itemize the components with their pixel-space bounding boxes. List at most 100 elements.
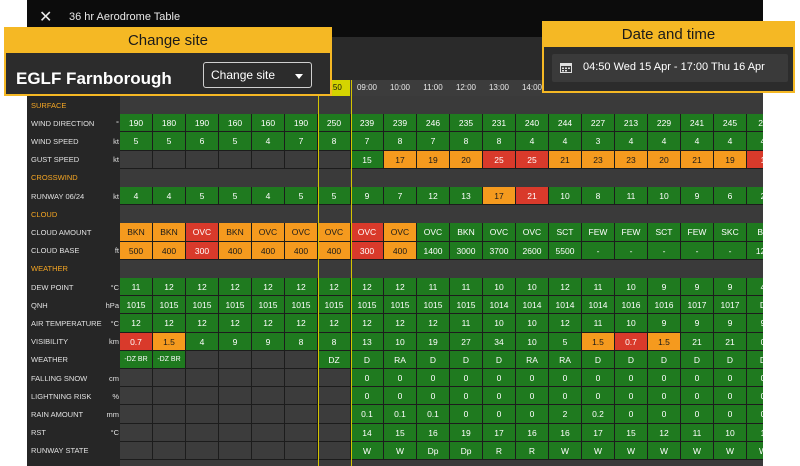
row-label: RAIN AMOUNT bbox=[31, 409, 84, 419]
table-cell: 20 bbox=[747, 114, 763, 133]
table-cell: 400 bbox=[318, 241, 351, 260]
row-label: WEATHER bbox=[31, 355, 68, 365]
table-cell: 0.1 bbox=[417, 405, 450, 424]
table-cell: 0 bbox=[615, 369, 648, 388]
table-cell: 8 bbox=[285, 332, 318, 351]
current-time-marker bbox=[318, 80, 319, 466]
table-cell bbox=[186, 369, 219, 388]
table-cell: 227 bbox=[582, 114, 615, 133]
table-cell: 246 bbox=[417, 114, 450, 133]
table-cell: 4 bbox=[120, 187, 153, 206]
table-cell: 3 bbox=[582, 132, 615, 151]
table-cell: 4 bbox=[648, 132, 681, 151]
row-unit: kt bbox=[113, 191, 119, 201]
row-label: QNH bbox=[31, 300, 48, 310]
table-cell: 1016 bbox=[615, 296, 648, 315]
table-cell: 0 bbox=[483, 387, 516, 406]
table-cell bbox=[252, 387, 285, 406]
table-cell: BKN bbox=[219, 223, 252, 242]
table-cell: D bbox=[351, 350, 384, 369]
table-cell: 21 bbox=[516, 187, 549, 206]
table-cell: 1015 bbox=[384, 296, 417, 315]
table-cell: 23 bbox=[615, 150, 648, 169]
table-cell: W bbox=[549, 441, 582, 460]
table-cell: 12 bbox=[318, 278, 351, 297]
table-cell: 19 bbox=[417, 150, 450, 169]
table-cell: D bbox=[483, 350, 516, 369]
table-cell: 12 bbox=[417, 314, 450, 333]
table-cell bbox=[219, 423, 252, 442]
table-cell: 4 bbox=[252, 187, 285, 206]
table-cell: 16 bbox=[516, 423, 549, 442]
table-cell: 5 bbox=[153, 132, 186, 151]
table-cell: 0 bbox=[516, 405, 549, 424]
table-cell: D bbox=[582, 350, 615, 369]
table-cell: 17 bbox=[384, 150, 417, 169]
table-cell bbox=[186, 441, 219, 460]
table-cell bbox=[153, 441, 186, 460]
table-cell: 229 bbox=[648, 114, 681, 133]
table-cell bbox=[153, 423, 186, 442]
table-cell: W bbox=[384, 441, 417, 460]
table-cell: 12 bbox=[384, 278, 417, 297]
table-cell: 9 bbox=[681, 187, 714, 206]
table-cell: 0 bbox=[582, 387, 615, 406]
table-cell bbox=[252, 369, 285, 388]
table-cell: FEW bbox=[582, 223, 615, 242]
table-cell: 21 bbox=[714, 332, 747, 351]
table-cell: 0 bbox=[384, 387, 417, 406]
table-cell bbox=[219, 150, 252, 169]
table-cell: 10 bbox=[483, 314, 516, 333]
site-name: EGLF Farnborough bbox=[16, 69, 172, 88]
change-site-callout: Change site EGLF Farnborough Change site bbox=[4, 27, 332, 96]
row-label: WIND DIRECTION bbox=[31, 118, 95, 128]
date-time-heading: Date and time bbox=[544, 23, 793, 47]
table-cell: -DZ BR bbox=[120, 350, 153, 369]
table-cell: 9 bbox=[681, 314, 714, 333]
table-cell: 34 bbox=[483, 332, 516, 351]
table-cell: 11 bbox=[582, 314, 615, 333]
table-cell: 0 bbox=[351, 369, 384, 388]
table-cell: 0.1 bbox=[384, 405, 417, 424]
row-label: GUST SPEED bbox=[31, 155, 80, 165]
table-cell bbox=[186, 350, 219, 369]
table-cell: 11 bbox=[417, 278, 450, 297]
table-cell: - bbox=[648, 241, 681, 260]
table-cell bbox=[120, 423, 153, 442]
table-cell: 5 bbox=[285, 187, 318, 206]
table-cell: 1 bbox=[747, 150, 763, 169]
table-cell: D bbox=[747, 350, 763, 369]
row-label: FALLING SNOW bbox=[31, 373, 88, 383]
table-cell: 5 bbox=[219, 132, 252, 151]
row-label: CLOUD BASE bbox=[31, 246, 80, 256]
table-cell: DZ bbox=[318, 350, 351, 369]
table-cell: - bbox=[615, 241, 648, 260]
table-cell: 11 bbox=[582, 278, 615, 297]
table-cell: 5500 bbox=[549, 241, 582, 260]
table-cell: 4 bbox=[549, 132, 582, 151]
date-range-selector[interactable]: 04:50 Wed 15 Apr - 17:00 Thu 16 Apr bbox=[552, 54, 788, 82]
table-cell: BKN bbox=[450, 223, 483, 242]
table-cell: 0 bbox=[483, 369, 516, 388]
table-cell: 10 bbox=[648, 187, 681, 206]
table-cell bbox=[219, 350, 252, 369]
row-label: LIGHTNING RISK bbox=[31, 391, 92, 401]
table-cell: 250 bbox=[318, 114, 351, 133]
table-cell: 9 bbox=[681, 278, 714, 297]
table-cell: 12 bbox=[318, 314, 351, 333]
close-icon[interactable]: ✕ bbox=[39, 9, 52, 27]
table-cell: SKC bbox=[714, 223, 747, 242]
table-cell: 0 bbox=[648, 405, 681, 424]
table-cell: 0 bbox=[681, 369, 714, 388]
table-cell: 10 bbox=[615, 278, 648, 297]
table-cell bbox=[252, 423, 285, 442]
row-label: RUNWAY 06/24 bbox=[31, 191, 85, 201]
table-cell: 2 bbox=[549, 405, 582, 424]
change-site-button[interactable]: Change site bbox=[203, 62, 312, 88]
table-cell: 0 bbox=[714, 369, 747, 388]
table-cell: 400 bbox=[219, 241, 252, 260]
table-cell bbox=[219, 387, 252, 406]
table-cell: 0 bbox=[450, 369, 483, 388]
change-site-heading: Change site bbox=[6, 29, 330, 53]
table-cell: 0 bbox=[747, 405, 763, 424]
